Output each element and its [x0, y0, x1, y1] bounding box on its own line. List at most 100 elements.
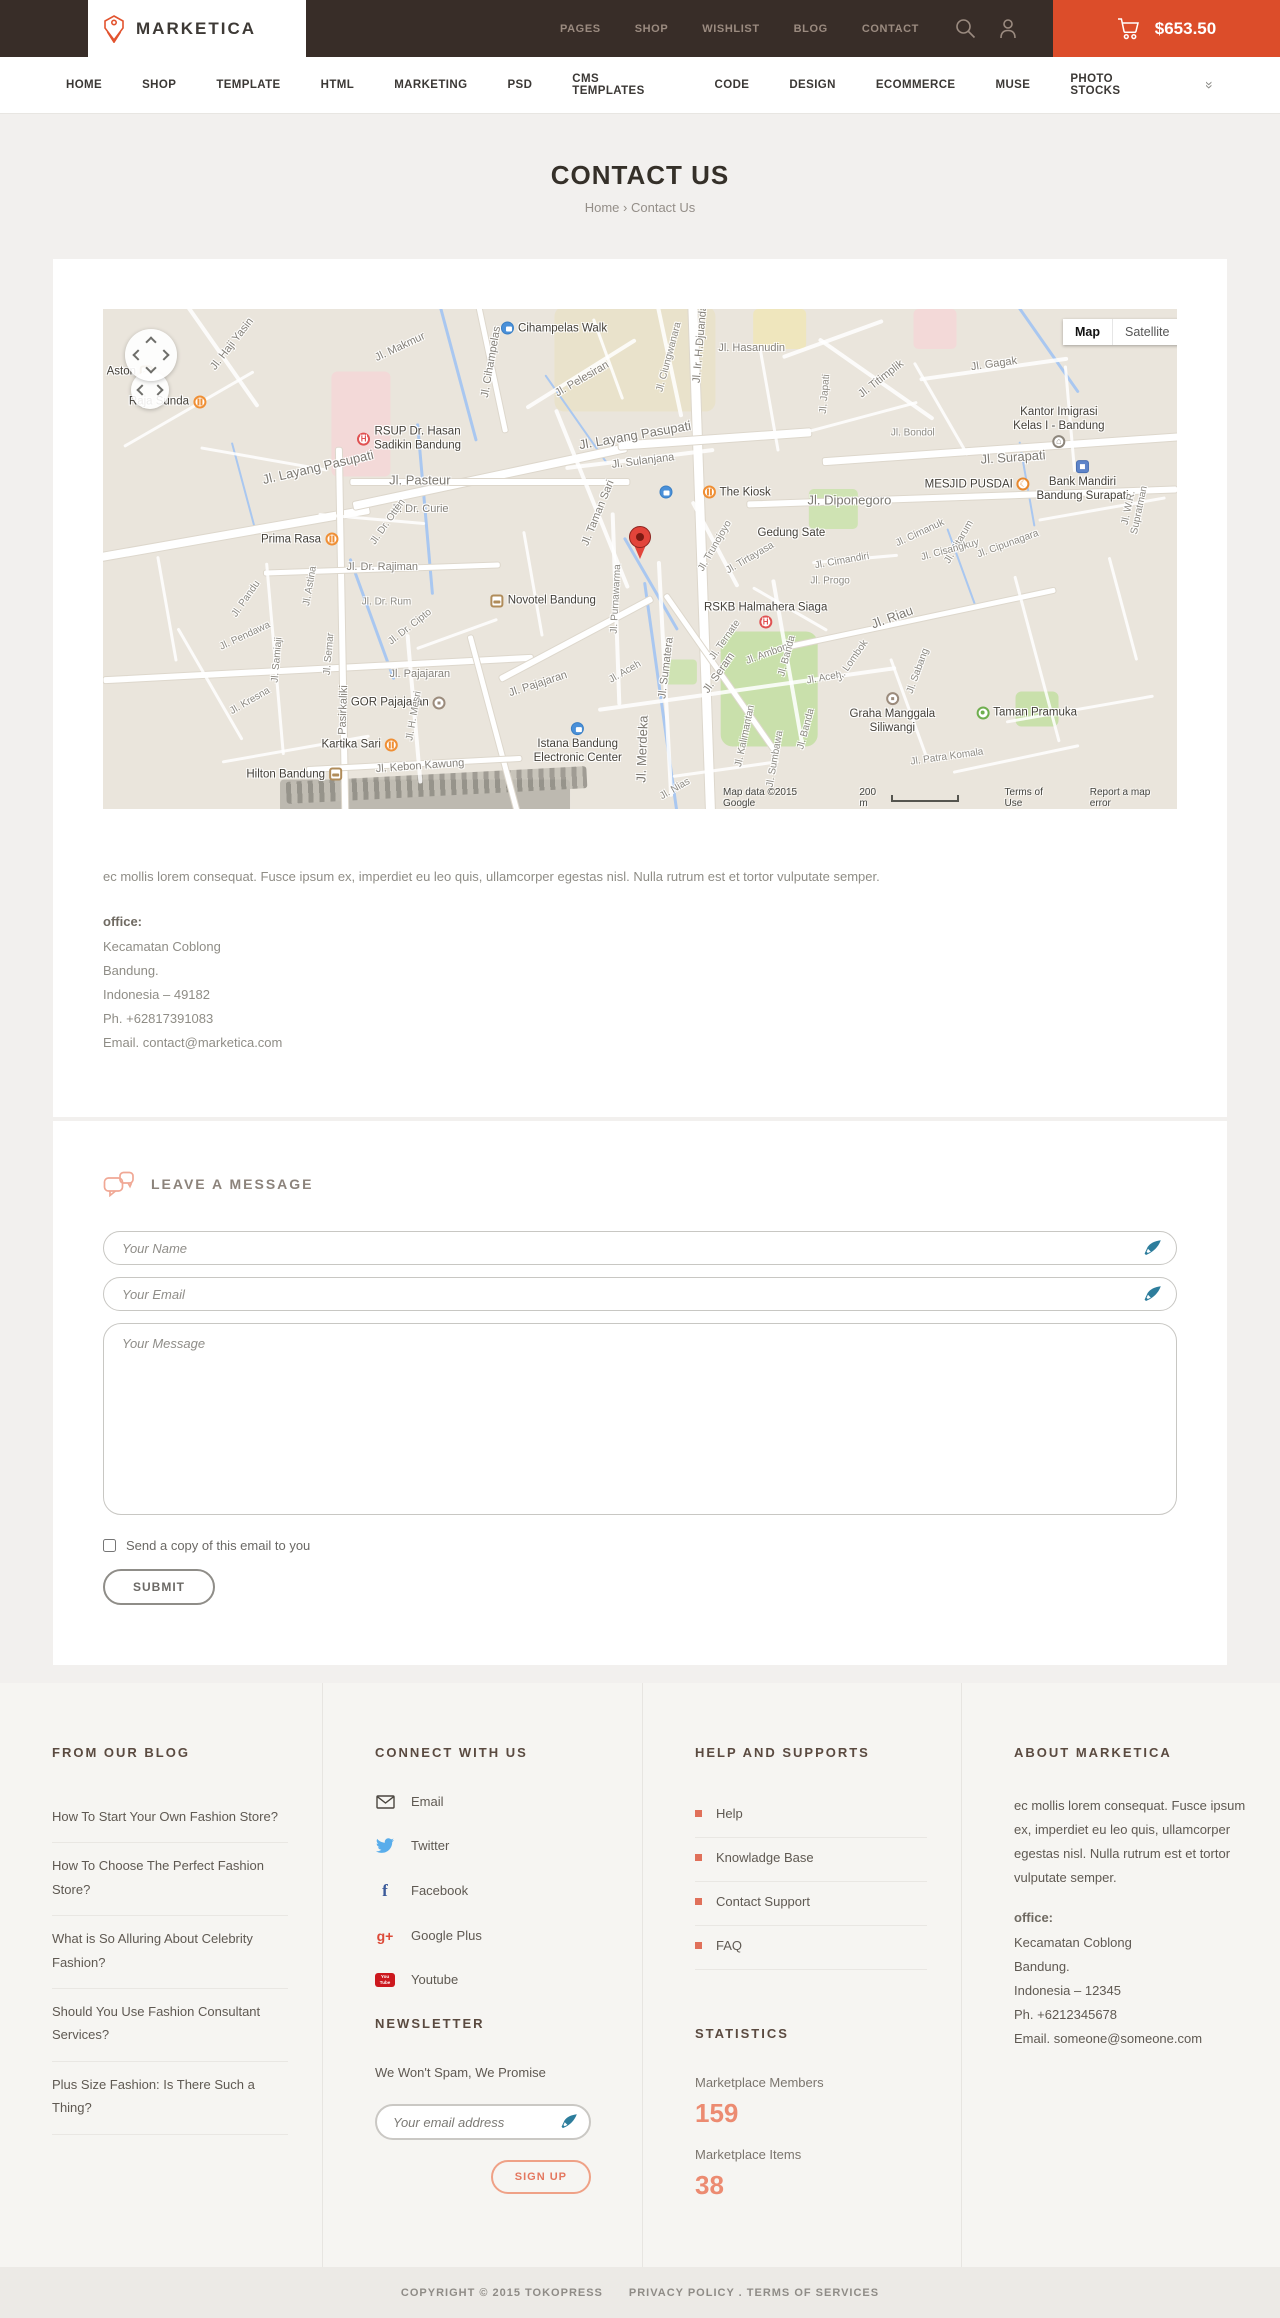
header-nav-blog[interactable]: BLOG: [794, 23, 828, 35]
breadcrumb: Home › Contact Us: [0, 200, 1280, 215]
category-cms-templates[interactable]: CMS TEMPLATES: [572, 73, 674, 97]
map-label-text: Jl. Kresna: [228, 684, 273, 717]
social-link-youtube[interactable]: You Tube Youtube: [375, 1972, 608, 1987]
message-textarea[interactable]: [103, 1323, 1177, 1516]
stat-label: Marketplace Members: [695, 2075, 824, 2091]
user-icon[interactable]: [998, 18, 1018, 39]
email-input[interactable]: [103, 1277, 1177, 1312]
map-data-credit: Map data ©2015 Google: [723, 787, 798, 809]
pan-right-icon[interactable]: [158, 349, 170, 361]
pan-down-icon[interactable]: [145, 362, 157, 374]
category-shop[interactable]: SHOP: [142, 79, 176, 91]
gor-icon: [432, 696, 446, 709]
map-view-button[interactable]: Map: [1063, 319, 1113, 345]
map-label-text: Istana Bandung Electronic Center: [533, 738, 622, 765]
send-copy-checkbox[interactable]: [103, 1539, 116, 1553]
header-nav-pages[interactable]: PAGES: [560, 23, 601, 35]
breadcrumb-home[interactable]: Home: [585, 200, 620, 215]
chevron-down-icon[interactable]: »: [1202, 81, 1218, 89]
help-link-contact-support[interactable]: Contact Support: [695, 1882, 927, 1927]
social-link-google-plus[interactable]: g+ Google Plus: [375, 1928, 608, 1943]
category-psd[interactable]: PSD: [507, 79, 532, 91]
social-link-email[interactable]: Email: [375, 1794, 608, 1809]
header-nav-shop[interactable]: SHOP: [635, 23, 669, 35]
map-label-cihampelas-walk: Cihampelas Walk: [501, 321, 607, 335]
social-label: Facebook: [411, 1883, 469, 1899]
map-label-kartika-sari: Kartika Sari: [321, 738, 398, 751]
rotate-right-icon[interactable]: [152, 384, 164, 396]
map-label-jl-hasanudin: Jl. Hasanudin: [718, 342, 785, 354]
about-column-title: ABOUT MARKETICA: [1014, 1745, 1172, 1761]
map-label-text: Kantor Imigrasi Kelas I - Bandung: [1013, 405, 1105, 432]
map-label-taman-pramuka: Taman Pramuka: [976, 706, 1077, 719]
map-label-jl-kresna: Jl. Kresna: [228, 685, 272, 717]
office-label: office:: [1014, 1910, 1053, 1926]
office-address-line: Indonesia – 49182: [103, 986, 210, 1002]
map-label-jl-merdeka: Jl. Merdeka: [633, 715, 650, 783]
submit-button[interactable]: SUBMIT: [103, 1569, 215, 1606]
help-link-knowladge-base[interactable]: Knowladge Base: [695, 1838, 927, 1883]
satellite-view-button[interactable]: Satellite: [1113, 319, 1177, 345]
help-link-help[interactable]: Help: [695, 1794, 927, 1839]
google-map[interactable]: Map Satellite Map data ©2015 Google 200 …: [103, 309, 1177, 809]
help-link-faq[interactable]: FAQ: [695, 1926, 927, 1971]
map-label-jl-diponegoro: Jl. Diponegoro: [808, 493, 892, 508]
category-muse[interactable]: MUSE: [995, 79, 1030, 91]
map-label-text: Jl. Dr. Rum: [361, 596, 412, 607]
category-design[interactable]: DESIGN: [789, 79, 836, 91]
bottom-bar: COPYRIGHT © 2015 TOKOPRESS PRIVACY POLIC…: [0, 2267, 1280, 2318]
rotate-left-icon[interactable]: [136, 384, 148, 396]
pan-up-icon[interactable]: [145, 336, 157, 348]
header-nav-wishlist[interactable]: WISHLIST: [702, 23, 759, 35]
about-office-line: Email. someone@someone.com: [1014, 2031, 1203, 2047]
category-photo-stocks[interactable]: PHOTO STOCKS: [1070, 73, 1166, 97]
map-label-rskb-halmahera-siaga: RSKB Halmahera Siaga: [704, 602, 827, 629]
blog-link[interactable]: What is So Alluring About Celebrity Fash…: [52, 1916, 288, 1989]
blog-link[interactable]: How To Choose The Perfect Fashion Store?: [52, 1843, 288, 1917]
help-column-title: HELP AND SUPPORTS: [695, 1745, 870, 1761]
map-label-text: Jl. Sulanjana: [611, 451, 676, 471]
newsletter-email-input[interactable]: [375, 2104, 591, 2141]
page-header: CONTACT US Home › Contact Us: [0, 114, 1280, 259]
bullet-icon: [695, 1898, 702, 1906]
map-road: [416, 617, 499, 651]
social-link-twitter[interactable]: Twitter: [375, 1838, 608, 1853]
report-map-error-link[interactable]: Report a map error: [1090, 787, 1169, 809]
map-label-text: Jl. Japati: [817, 373, 832, 415]
category-marketing[interactable]: MARKETING: [394, 79, 467, 91]
hospital-icon: [357, 432, 371, 446]
copyright-text: COPYRIGHT © 2015 TOKOPRESS: [400, 2286, 603, 2299]
breadcrumb-separator: ›: [623, 200, 628, 215]
terms-of-use-link[interactable]: Terms of Use: [1005, 787, 1060, 809]
blog-link[interactable]: Should You Use Fashion Consultant Servic…: [52, 1989, 288, 2062]
about-office-block: office: Kecamatan Coblong Bandung. Indones…: [1014, 1910, 1246, 2051]
map-road: [1107, 556, 1139, 662]
category-home[interactable]: HOME: [66, 79, 102, 91]
social-link-facebook[interactable]: f Facebook: [375, 1882, 608, 1899]
name-input[interactable]: [103, 1231, 1177, 1266]
header-nav-contact[interactable]: CONTACT: [862, 23, 919, 35]
location-marker[interactable]: [628, 525, 652, 562]
logo[interactable]: MARKETICA: [88, 0, 306, 57]
search-icon[interactable]: [955, 18, 976, 39]
blog-link[interactable]: Plus Size Fashion: Is There Such a Thing…: [52, 2062, 288, 2135]
newsletter-tagline: We Won't Spam, We Promise: [375, 2065, 546, 2081]
signup-button[interactable]: SIGN UP: [490, 2160, 591, 2195]
map-label-text: Jl. Pendawa: [217, 619, 272, 653]
blog-link[interactable]: How To Start Your Own Fashion Store?: [52, 1794, 288, 1844]
pan-left-icon[interactable]: [132, 349, 144, 361]
map-label-text: RSUP Dr. Hasan Sadikin Bandung: [374, 425, 462, 452]
legal-links[interactable]: PRIVACY POLICY . TERMS OF SERVICES: [629, 2287, 879, 2299]
category-template[interactable]: TEMPLATE: [216, 79, 280, 91]
cart-button[interactable]: $653.50: [1053, 0, 1280, 57]
map-pan-control[interactable]: [125, 329, 177, 381]
category-html[interactable]: HTML: [321, 79, 355, 91]
top-header: MARKETICA PAGES SHOP WISHLIST BLOG CONTACT $…: [0, 0, 1280, 57]
map-label-jl-dr-rum: Jl. Dr. Rum: [362, 596, 411, 607]
twitter-icon: [375, 1838, 395, 1853]
bullet-icon: [695, 1854, 702, 1862]
blog-column-title: FROM OUR BLOG: [52, 1745, 190, 1761]
category-code[interactable]: CODE: [715, 79, 750, 91]
map-label-text: Jl. Sabang: [904, 646, 932, 696]
category-ecommerce[interactable]: ECOMMERCE: [876, 79, 956, 91]
